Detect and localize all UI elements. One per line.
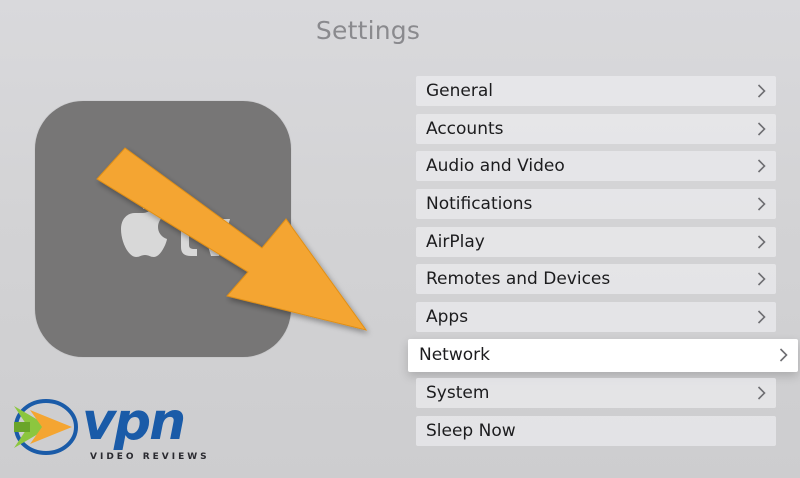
chevron-right-icon <box>757 84 766 98</box>
menu-item-label: Audio and Video <box>426 156 565 177</box>
chevron-right-icon <box>757 122 766 136</box>
menu-item-accounts[interactable]: Accounts <box>416 113 776 144</box>
menu-item-label: General <box>426 81 493 101</box>
menu-item-label: Network <box>419 345 490 366</box>
chevron-right-icon <box>779 348 788 362</box>
chevron-right-icon <box>757 197 766 211</box>
menu-item-general[interactable]: General <box>416 76 776 106</box>
chevron-right-icon <box>757 310 766 324</box>
vpn-logo-icon <box>14 399 78 455</box>
chevron-right-icon <box>757 235 766 249</box>
menu-item-label: AirPlay <box>426 231 485 252</box>
menu-item-label: Apps <box>426 307 469 328</box>
settings-menu: General Accounts Audio and Video Notific… <box>408 76 798 453</box>
menu-item-apps[interactable]: Apps <box>416 302 776 333</box>
chevron-right-icon <box>757 272 766 287</box>
apple-tv-icon <box>121 197 230 257</box>
menu-item-label: Sleep Now <box>426 420 516 441</box>
menu-item-remotes-and-devices[interactable]: Remotes and Devices <box>416 264 776 295</box>
watermark-brand: vpn <box>82 392 186 452</box>
menu-item-network[interactable]: Network <box>408 338 798 372</box>
page-title: Settings <box>315 16 421 45</box>
menu-item-sleep-now[interactable]: Sleep Now <box>416 415 776 446</box>
menu-item-label: Remotes and Devices <box>426 269 611 290</box>
chevron-right-icon <box>757 159 766 173</box>
menu-item-audio-and-video[interactable]: Audio and Video <box>416 151 776 182</box>
menu-item-label: System <box>426 382 490 403</box>
menu-item-airplay[interactable]: AirPlay <box>416 226 776 257</box>
watermark-tagline: VIDEO REVIEWS <box>90 452 210 462</box>
menu-item-notifications[interactable]: Notifications <box>416 189 776 220</box>
menu-item-label: Accounts <box>426 118 504 139</box>
watermark-logo: vpn VIDEO REVIEWS <box>10 394 210 470</box>
chevron-right-icon <box>757 386 766 400</box>
device-tile <box>35 101 291 357</box>
menu-item-system[interactable]: System <box>416 377 776 408</box>
menu-item-label: Notifications <box>426 194 533 215</box>
